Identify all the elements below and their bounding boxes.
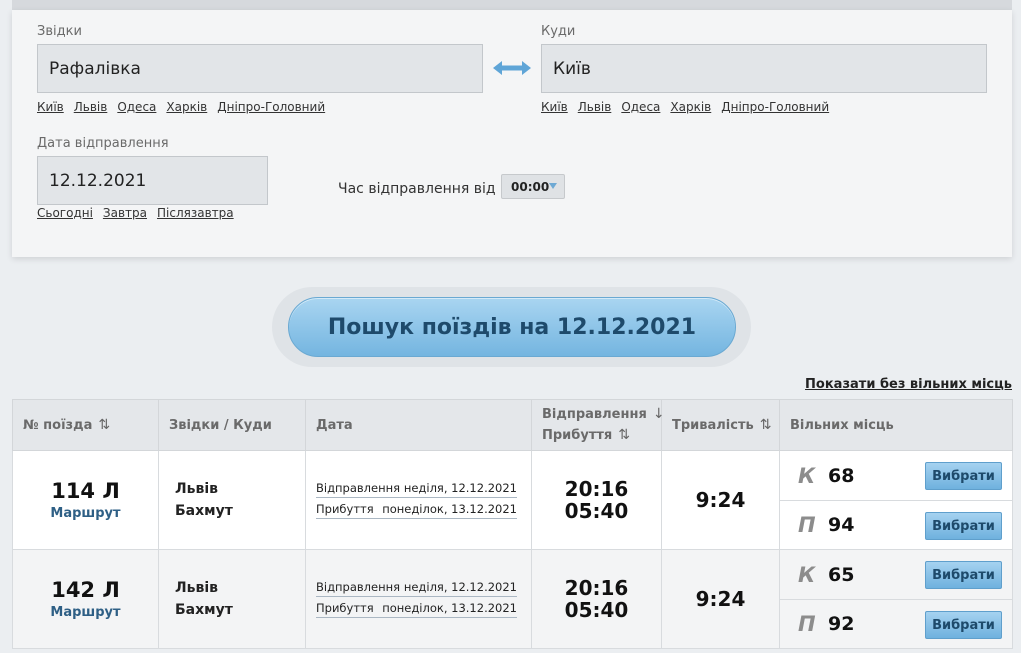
seat-count: 65 <box>828 563 855 586</box>
train-number: 142 Л <box>51 578 120 602</box>
table-row: 142 Л Маршрут Львів Бахмут Відправлення н… <box>12 549 1013 649</box>
top-strip <box>12 0 1012 10</box>
date-input[interactable]: 12.12.2021 <box>37 156 268 205</box>
to-input[interactable]: Київ <box>541 44 987 93</box>
quick-from-link[interactable]: Одеса <box>117 100 156 114</box>
quick-date-link[interactable]: Сьогодні <box>37 206 93 220</box>
quick-to-link[interactable]: Харків <box>670 100 711 114</box>
from-label: Звідки <box>37 24 82 39</box>
seat-type: П <box>798 513 816 537</box>
sort-down-icon[interactable]: ↓ <box>653 406 665 422</box>
quick-from-link[interactable]: Харків <box>166 100 207 114</box>
header-duration[interactable]: Тривалість ⇅ <box>661 399 780 451</box>
quick-from-link[interactable]: Київ <box>37 100 64 114</box>
departure-time: 20:16 <box>564 576 629 600</box>
seat-class-row: К 68 Вибрати <box>780 451 1012 500</box>
route-link[interactable]: Маршрут <box>13 506 158 521</box>
time-label: Час відправлення від <box>338 181 496 197</box>
to-station: Бахмут <box>175 602 233 618</box>
seat-type: К <box>798 463 816 488</box>
seat-type: К <box>798 562 816 587</box>
header-departure-arrival[interactable]: Відправлення ↓ Прибуття ⇅ <box>531 399 665 451</box>
quick-to-link[interactable]: Одеса <box>621 100 660 114</box>
search-form: Звідки Рафалівка Київ Львів Одеса Харків… <box>12 10 1012 257</box>
quick-from-link[interactable]: Львів <box>74 100 108 114</box>
seat-class-row: П 94 Вибрати <box>780 500 1012 549</box>
quick-to-links: Київ Львів Одеса Харків Дніпро-Головний <box>541 100 829 114</box>
dropdown-arrow-icon <box>549 183 557 189</box>
to-label: Куди <box>541 24 576 39</box>
table-row: 114 Л Маршрут Львів Бахмут Відправлення н… <box>12 450 1013 550</box>
quick-date-link[interactable]: Завтра <box>103 206 147 220</box>
select-button[interactable]: Вибрати <box>925 561 1002 589</box>
seat-count: 68 <box>828 464 855 487</box>
quick-to-link[interactable]: Київ <box>541 100 568 114</box>
quick-from-link[interactable]: Дніпро-Головний <box>217 100 325 114</box>
departure-time: 20:16 <box>564 477 629 501</box>
time-value: 00:00 <box>511 179 550 194</box>
header-free-seats: Вільних місць <box>779 399 1013 451</box>
select-button[interactable]: Вибрати <box>925 512 1002 540</box>
trains-table: № поїзда ⇅ Звідки / Куди Дата Відправленн… <box>12 399 1013 649</box>
duration: 9:24 <box>661 549 780 649</box>
time-select[interactable]: 00:00 <box>501 174 565 199</box>
select-button[interactable]: Вибрати <box>925 462 1002 490</box>
swap-arrows-icon[interactable] <box>492 58 532 78</box>
sort-icon[interactable]: ⇅ <box>760 417 772 433</box>
from-station: Львів <box>175 580 218 596</box>
search-button-wrap: Пошук поїздів на 12.12.2021 <box>272 287 751 367</box>
seat-count: 94 <box>828 514 855 536</box>
header-date: Дата <box>305 399 532 451</box>
seat-class-row: П 92 Вибрати <box>780 599 1012 648</box>
seat-type: П <box>798 612 816 636</box>
date-label: Дата відправлення <box>37 136 169 151</box>
quick-date-links: Сьогодні Завтра Післязавтра <box>37 206 234 220</box>
arrival-date-line: Прибуття понеділок, 13.12.2021 <box>316 502 517 519</box>
departure-date-line: Відправлення неділя, 12.12.2021 <box>316 481 517 498</box>
departure-date-line: Відправлення неділя, 12.12.2021 <box>316 580 517 597</box>
to-station: Бахмут <box>175 503 233 519</box>
header-train-number[interactable]: № поїзда ⇅ <box>12 399 159 451</box>
from-input[interactable]: Рафалівка <box>37 44 483 93</box>
quick-to-link[interactable]: Дніпро-Головний <box>721 100 829 114</box>
sort-icon[interactable]: ⇅ <box>618 427 630 443</box>
arrival-date-line: Прибуття понеділок, 13.12.2021 <box>316 601 517 618</box>
route-link[interactable]: Маршрут <box>13 605 158 620</box>
search-trains-button[interactable]: Пошук поїздів на 12.12.2021 <box>288 297 736 357</box>
quick-to-link[interactable]: Львів <box>578 100 612 114</box>
from-station: Львів <box>175 481 218 497</box>
arrival-time: 05:40 <box>564 598 629 622</box>
duration: 9:24 <box>661 450 780 550</box>
header-route: Звідки / Куди <box>158 399 306 451</box>
quick-from-links: Київ Львів Одеса Харків Дніпро-Головний <box>37 100 325 114</box>
show-without-seats-link[interactable]: Показати без вільних місць <box>805 377 1012 392</box>
train-number: 114 Л <box>51 479 120 503</box>
arrival-time: 05:40 <box>564 499 629 523</box>
seat-count: 92 <box>828 613 855 635</box>
quick-date-link[interactable]: Післязавтра <box>157 206 234 220</box>
seat-class-row: К 65 Вибрати <box>780 550 1012 599</box>
select-button[interactable]: Вибрати <box>925 611 1002 639</box>
sort-icon[interactable]: ⇅ <box>98 417 110 433</box>
